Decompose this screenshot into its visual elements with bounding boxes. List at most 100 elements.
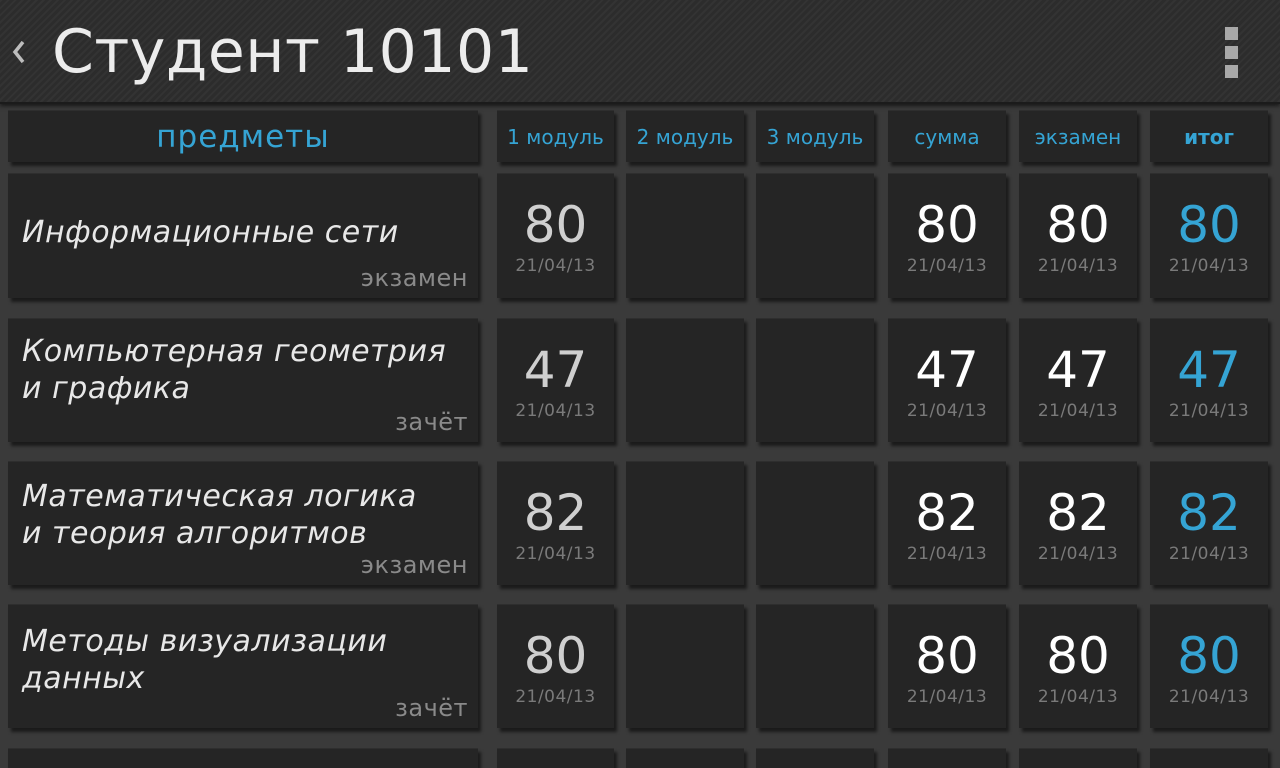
subject-name-line: Методы визуализации	[22, 624, 388, 659]
module2-cell[interactable]	[626, 604, 744, 728]
overflow-menu-button[interactable]	[1216, 24, 1246, 80]
subject-cell[interactable]: Математическая логика и теория алгоритмо…	[8, 461, 478, 585]
module3-cell[interactable]	[756, 318, 874, 442]
exam-cell[interactable]: 80 21/04/13	[1019, 604, 1137, 728]
exam-score: 80	[1046, 196, 1110, 254]
subject-name: Методы визуализации данных	[22, 623, 468, 697]
subject-name: Информационные сети	[22, 214, 468, 251]
module2-cell[interactable]	[626, 173, 744, 298]
total-score: 80	[1177, 627, 1241, 685]
subject-type: экзамен	[360, 264, 468, 292]
header-subjects[interactable]: предметы	[8, 110, 478, 162]
header-subjects-label: предметы	[156, 118, 330, 155]
subject-type: экзамен	[360, 551, 468, 579]
sum-cell[interactable]: 80 21/04/13	[888, 604, 1006, 728]
sum-date: 21/04/13	[906, 687, 988, 707]
subject-name-line: Математическая логика	[22, 479, 417, 514]
exam-cell[interactable]: 82 21/04/13	[1019, 461, 1137, 585]
subject-cell[interactable]: Информационные сети экзамен	[8, 173, 478, 298]
subject-name-line: и графика	[22, 371, 191, 406]
module1-date: 21/04/13	[515, 256, 596, 276]
overflow-menu-icon-dot	[1224, 45, 1238, 59]
total-date: 21/04/13	[1168, 544, 1250, 564]
sum-score: 47	[915, 341, 979, 399]
header-total[interactable]: итог	[1150, 110, 1268, 162]
sum-cell[interactable]: 47 21/04/13	[888, 318, 1006, 442]
header-sum-label: сумма	[914, 124, 980, 149]
subject-cell[interactable]: Компьютерная геометрия и графика зачёт	[8, 318, 478, 442]
module2-cell[interactable]	[626, 461, 744, 585]
sum-date: 21/04/13	[906, 401, 988, 421]
module1-cell[interactable]	[497, 748, 614, 768]
subject-cell[interactable]	[8, 748, 478, 768]
module3-cell[interactable]	[756, 461, 874, 585]
total-cell[interactable]: 47 21/04/13	[1150, 318, 1268, 442]
sum-score: 80	[915, 196, 979, 254]
header-exam[interactable]: экзамен	[1019, 110, 1137, 162]
back-button[interactable]	[4, 24, 34, 80]
subject-name-line: Информационные сети	[22, 215, 399, 250]
exam-cell[interactable]: 47 21/04/13	[1019, 318, 1137, 442]
module2-cell[interactable]	[626, 318, 744, 442]
module1-date: 21/04/13	[515, 401, 596, 421]
header-exam-label: экзамен	[1034, 124, 1122, 149]
subject-name-line: Компьютерная геометрия	[22, 334, 447, 369]
total-score: 47	[1177, 341, 1241, 399]
module3-cell[interactable]	[756, 748, 874, 768]
exam-score: 47	[1046, 341, 1110, 399]
module1-score: 80	[523, 196, 588, 254]
exam-date: 21/04/13	[1037, 401, 1119, 421]
sum-cell[interactable]	[888, 748, 1006, 768]
module1-cell[interactable]: 80 21/04/13	[497, 173, 614, 298]
sum-cell[interactable]: 80 21/04/13	[888, 173, 1006, 298]
module1-cell[interactable]: 82 21/04/13	[497, 461, 614, 585]
subject-type: зачёт	[395, 408, 468, 436]
sum-score: 80	[915, 627, 979, 685]
header-module2[interactable]: 2 модуль	[626, 110, 744, 162]
page-title: Студент 10101	[52, 17, 534, 87]
module2-cell[interactable]	[626, 748, 744, 768]
total-score: 82	[1177, 484, 1241, 542]
subject-cell[interactable]: Методы визуализации данных зачёт	[8, 604, 478, 728]
module3-cell[interactable]	[756, 604, 874, 728]
sum-date: 21/04/13	[906, 256, 988, 276]
exam-score: 80	[1046, 627, 1110, 685]
header-module1-label: 1 модуль	[507, 124, 604, 149]
action-bar: Студент 10101	[0, 0, 1280, 104]
chevron-left-icon	[12, 40, 25, 64]
total-cell[interactable]: 82 21/04/13	[1150, 461, 1268, 585]
header-module3-label: 3 модуль	[766, 124, 864, 149]
module1-score: 82	[523, 484, 588, 542]
exam-date: 21/04/13	[1037, 256, 1119, 276]
module1-cell[interactable]: 47 21/04/13	[497, 318, 614, 442]
module1-score: 47	[523, 341, 588, 399]
exam-cell[interactable]: 80 21/04/13	[1019, 173, 1137, 298]
subject-type: зачёт	[395, 694, 468, 722]
total-cell[interactable]: 80 21/04/13	[1150, 604, 1268, 728]
header-module3[interactable]: 3 модуль	[756, 110, 874, 162]
module3-cell[interactable]	[756, 173, 874, 298]
total-date: 21/04/13	[1168, 256, 1250, 276]
total-cell[interactable]	[1150, 748, 1268, 768]
exam-score: 82	[1046, 484, 1110, 542]
total-date: 21/04/13	[1168, 687, 1250, 707]
module1-score: 80	[523, 627, 588, 685]
overflow-menu-icon	[1224, 26, 1238, 40]
total-score: 80	[1177, 196, 1241, 254]
exam-cell[interactable]	[1019, 748, 1137, 768]
total-cell[interactable]: 80 21/04/13	[1150, 173, 1268, 298]
exam-date: 21/04/13	[1037, 544, 1119, 564]
module1-cell[interactable]: 80 21/04/13	[497, 604, 614, 728]
header-module1[interactable]: 1 модуль	[497, 110, 614, 162]
header-total-label: итог	[1184, 124, 1234, 149]
exam-date: 21/04/13	[1037, 687, 1119, 707]
header-sum[interactable]: сумма	[888, 110, 1006, 162]
sum-date: 21/04/13	[906, 544, 988, 564]
subject-name: Математическая логика и теория алгоритмо…	[22, 478, 468, 552]
sum-cell[interactable]: 82 21/04/13	[888, 461, 1006, 585]
subject-name-line: данных	[22, 661, 145, 696]
module1-date: 21/04/13	[515, 687, 596, 707]
header-module2-label: 2 модуль	[636, 124, 734, 149]
module1-date: 21/04/13	[515, 544, 596, 564]
subject-name: Компьютерная геометрия и графика	[22, 333, 468, 407]
